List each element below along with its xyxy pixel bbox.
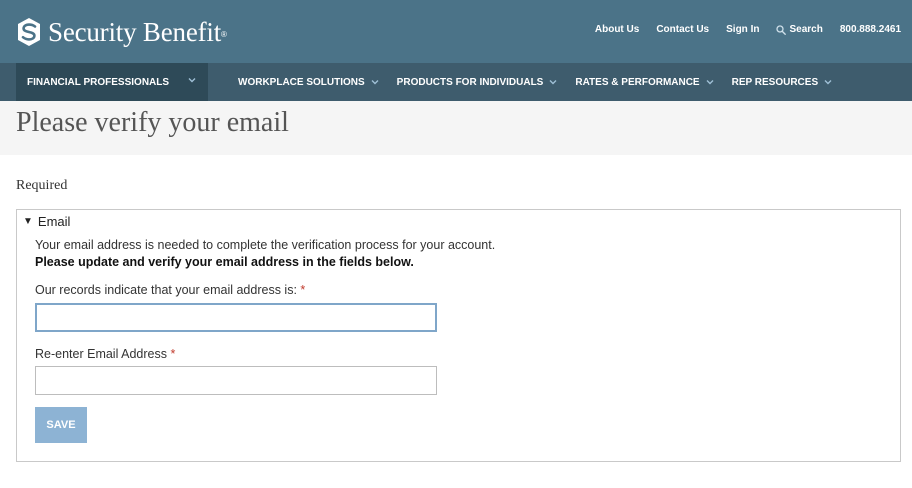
nav-item-label: PRODUCTS FOR INDIVIDUALS: [396, 76, 544, 88]
brand-logo[interactable]: Security Benefit ®: [16, 15, 227, 49]
email-field-label-text: Our records indicate that your email add…: [35, 283, 297, 297]
email-section-toggle[interactable]: ▼ Email: [23, 214, 70, 229]
required-star: *: [300, 283, 306, 297]
nav-item-label: RATES & PERFORMANCE: [575, 76, 700, 88]
email-section: ▼ Email Your email address is needed to …: [16, 209, 901, 462]
nav-menu: WORKPLACE SOLUTIONS PRODUCTS FOR INDIVID…: [238, 63, 850, 101]
search-link[interactable]: Search: [776, 24, 823, 35]
logo-mark-icon: [18, 18, 40, 46]
chevron-down-icon: [371, 80, 379, 85]
email-field[interactable]: [35, 303, 437, 332]
confirm-email-label-text: Re-enter Email Address: [35, 347, 168, 361]
brand-name: Security Benefit: [48, 17, 221, 47]
confirm-email-field[interactable]: [35, 366, 437, 395]
email-section-label: Email: [37, 214, 71, 229]
page-title: Please verify your email: [16, 107, 289, 138]
utility-nav: About Us Contact Us Sign In Search 800.8…: [595, 24, 901, 35]
save-button[interactable]: SAVE: [35, 407, 87, 443]
info-instruction: Please update and verify your email addr…: [35, 255, 414, 269]
chevron-down-icon: [549, 80, 557, 85]
contact-us-link[interactable]: Contact Us: [656, 24, 709, 35]
search-icon: [776, 24, 787, 35]
phone-link[interactable]: 800.888.2461: [840, 24, 901, 35]
site-header: Security Benefit ® About Us Contact Us S…: [0, 0, 912, 63]
about-us-link[interactable]: About Us: [595, 24, 639, 35]
info-text: Your email address is needed to complete…: [35, 238, 496, 252]
brand-registered-mark: ®: [221, 29, 227, 39]
search-label: Search: [789, 24, 823, 35]
triangle-down-icon: ▼: [23, 216, 33, 227]
nav-item-workplace-solutions[interactable]: WORKPLACE SOLUTIONS: [238, 77, 379, 88]
nav-item-products-for-individuals[interactable]: PRODUCTS FOR INDIVIDUALS: [397, 77, 558, 88]
audience-label: FINANCIAL PROFESSIONALS: [27, 76, 170, 88]
nav-item-label: REP RESOURCES: [731, 76, 819, 88]
nav-item-rates-performance[interactable]: RATES & PERFORMANCE: [575, 76, 714, 88]
sign-in-link[interactable]: Sign In: [726, 24, 759, 35]
audience-selector[interactable]: FINANCIAL PROFESSIONALS: [16, 63, 208, 101]
chevron-down-icon: [188, 78, 196, 83]
main-nav: FINANCIAL PROFESSIONALS WORKPLACE SOLUTI…: [0, 63, 912, 101]
confirm-email-label: Re-enter Email Address *: [35, 347, 175, 361]
chevron-down-icon: [706, 80, 714, 85]
required-label: Required: [16, 178, 68, 193]
required-star: *: [170, 347, 176, 361]
chevron-down-icon: [824, 80, 832, 85]
nav-item-label: WORKPLACE SOLUTIONS: [238, 76, 365, 88]
nav-item-rep-resources[interactable]: REP RESOURCES: [732, 77, 833, 88]
title-band: Please verify your email: [0, 101, 912, 155]
email-field-label: Our records indicate that your email add…: [35, 283, 305, 297]
